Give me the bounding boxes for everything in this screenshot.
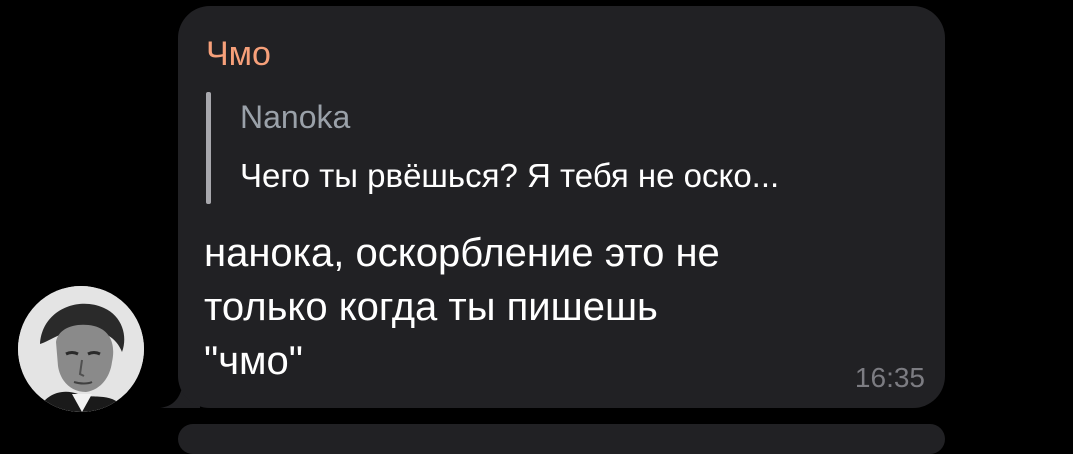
reply-bar (206, 92, 211, 204)
avatar[interactable] (18, 286, 144, 412)
next-message-bubble[interactable] (178, 424, 945, 454)
reply-quote[interactable]: Nanoka Чего ты рвёшься? Я тебя не оско..… (206, 92, 926, 210)
message-line: "чмо" (204, 339, 303, 383)
sender-name[interactable]: Чмо (206, 34, 271, 74)
message-timestamp: 16:35 (854, 362, 925, 393)
avatar-photo (18, 286, 144, 412)
message-line: нанока, оскорбление это не (204, 231, 720, 275)
message-line: только когда ты пишешь (204, 285, 658, 329)
message-text: нанока, оскорбление это не только когда … (204, 226, 884, 388)
message-bubble[interactable]: Чмо Nanoka Чего ты рвёшься? Я тебя не ос… (178, 6, 945, 408)
reply-text: Чего ты рвёшься? Я тебя не оско... (240, 157, 780, 194)
reply-author: Nanoka (240, 99, 351, 135)
